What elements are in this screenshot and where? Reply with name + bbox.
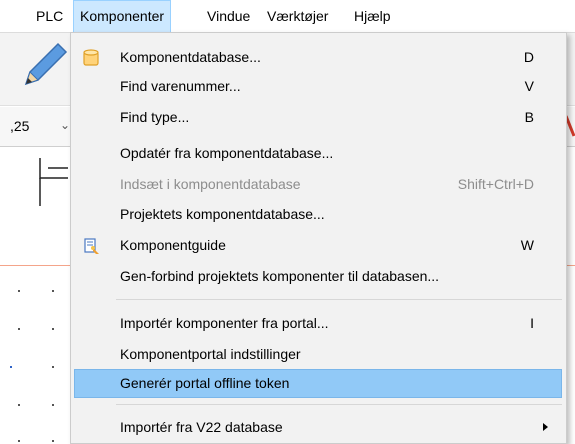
grid-dot: [18, 328, 20, 330]
menu-separator: [116, 404, 562, 405]
menu-item-shortcut: V: [524, 78, 534, 94]
grid-dot: [10, 366, 12, 368]
menu-item-find-varenummer[interactable]: Find varenummer... V: [71, 72, 566, 101]
menu-separator: [116, 299, 562, 300]
menu-item-opdater-fra-komponentdatabase[interactable]: Opdatér fra komponentdatabase...: [71, 139, 566, 168]
menu-plc[interactable]: PLC: [30, 0, 69, 33]
menu-item-label: Indsæt i komponentdatabase: [120, 176, 301, 192]
menu-item-label: Projektets komponentdatabase...: [120, 206, 325, 222]
menu-item-label: Komponentguide: [120, 237, 226, 253]
menu-item-generer-portal-offline-token[interactable]: Generér portal offline token: [74, 369, 562, 398]
zoom-value[interactable]: ,25: [10, 118, 29, 134]
menu-bar: PLC Komponenter Vindue Værktøjer Hjælp: [0, 0, 575, 33]
pencil-icon[interactable]: [20, 40, 72, 92]
menu-item-find-type[interactable]: Find type... B: [71, 103, 566, 132]
komponenter-dropdown: Komponentdatabase... D Find varenummer..…: [70, 32, 567, 444]
menu-item-shortcut: Shift+Ctrl+D: [457, 176, 534, 192]
menu-item-shortcut: B: [524, 109, 534, 125]
menu-item-gen-forbind[interactable]: Gen-forbind projektets komponenter til d…: [71, 262, 566, 291]
menu-item-label: Find varenummer...: [120, 78, 241, 94]
grid-dot: [18, 290, 20, 292]
menu-hjaelp[interactable]: Hjælp: [348, 0, 397, 33]
grid-dot: [52, 328, 54, 330]
menu-item-komponentdatabase[interactable]: Komponentdatabase... D: [71, 43, 566, 72]
menu-item-importer-komponenter-fra-portal[interactable]: Importér komponenter fra portal... I: [71, 309, 566, 338]
zoom-dropdown-icon[interactable]: ⌄: [60, 118, 70, 132]
component-guide-icon: [81, 236, 101, 256]
menu-item-shortcut: D: [523, 49, 534, 65]
grid-dot: [52, 440, 54, 442]
menu-item-importer-fra-v22-database[interactable]: Importér fra V22 database: [71, 413, 566, 442]
grid-dot: [18, 404, 20, 406]
menu-item-label: Gen-forbind projektets komponenter til d…: [120, 268, 440, 284]
menu-item-label: Importér fra V22 database: [120, 419, 283, 435]
menu-item-shortcut: I: [530, 315, 534, 331]
menu-vindue[interactable]: Vindue: [201, 0, 256, 33]
grid-dot: [52, 404, 54, 406]
menu-item-shortcut: W: [520, 237, 534, 253]
menu-item-label: Komponentdatabase...: [120, 49, 261, 65]
menu-item-label: Importér komponenter fra portal...: [120, 315, 329, 331]
menu-item-indsaet-i-komponentdatabase: Indsæt i komponentdatabase Shift+Ctrl+D: [71, 170, 566, 199]
menu-item-label: Find type...: [120, 109, 190, 125]
grid-dot: [18, 440, 20, 442]
menu-komponenter[interactable]: Komponenter: [73, 0, 172, 33]
menu-item-komponentguide[interactable]: Komponentguide W: [71, 231, 566, 260]
menu-item-label: Opdatér fra komponentdatabase...: [120, 145, 334, 161]
grid-dot: [52, 366, 54, 368]
menu-item-projektets-komponentdatabase[interactable]: Projektets komponentdatabase...: [71, 200, 566, 229]
menu-item-label: Komponentportal indstillinger: [120, 346, 301, 362]
menu-item-label: Generér portal offline token: [120, 375, 290, 391]
database-icon: [81, 48, 101, 68]
grid-dot: [52, 290, 54, 292]
submenu-arrow-icon: [543, 423, 548, 431]
menu-item-komponentportal-indstillinger[interactable]: Komponentportal indstillinger: [71, 340, 566, 369]
menu-vaerktoejer[interactable]: Værktøjer: [261, 0, 334, 33]
